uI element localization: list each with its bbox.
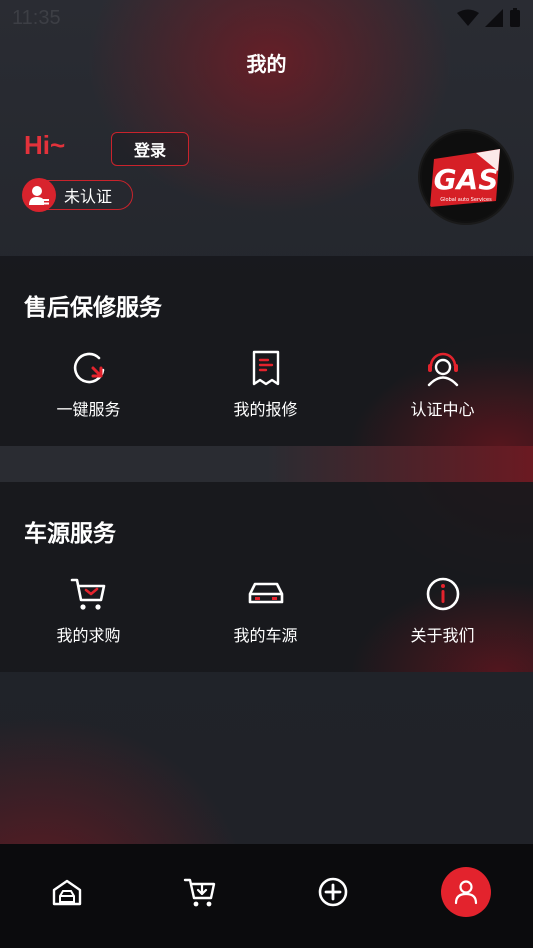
my-repairs-button[interactable]: 我的报修: [177, 348, 354, 420]
vehicle-grid: 我的求购 我的车源 关于我们: [0, 574, 533, 646]
certification-badge[interactable]: 未认证: [22, 178, 133, 212]
logo-subtext: Global auto Services: [440, 197, 492, 203]
info-icon: [426, 577, 459, 611]
section-divider: [0, 446, 533, 482]
tab-publish[interactable]: [267, 844, 400, 940]
status-time: 11:35: [12, 6, 61, 29]
status-bar: 11:35: [0, 0, 533, 36]
bottom-tab-bar: [0, 844, 533, 948]
cart-icon: [70, 578, 105, 610]
car-home-icon: [52, 879, 81, 906]
car-icon: [248, 582, 283, 604]
my-vehicles-label: 我的车源: [233, 626, 298, 645]
signal-icon: [485, 9, 503, 27]
greeting: Hi~: [24, 130, 66, 160]
brand-logo: GAS Global auto Services: [420, 131, 512, 223]
after-sales-title: 售后保修服务: [24, 295, 162, 321]
one-click-service-label: 一键服务: [56, 400, 121, 419]
headset-user-icon: [427, 352, 458, 387]
refresh-arrow-icon: [73, 352, 104, 384]
wifi-icon: [457, 9, 479, 26]
cart-download-icon: [183, 878, 216, 907]
user-avatar-icon: [22, 178, 56, 212]
tab-cart[interactable]: [133, 844, 266, 940]
user-icon: [455, 880, 478, 905]
receipt-icon: [252, 350, 279, 386]
tab-home[interactable]: [0, 844, 133, 940]
status-icons: [457, 8, 521, 28]
certification-center-button[interactable]: 认证中心: [354, 348, 531, 420]
about-us-label: 关于我们: [410, 626, 475, 645]
vehicle-section: 车源服务 我的求购 我的车源 关于我们: [0, 482, 533, 672]
about-us-button[interactable]: 关于我们: [354, 574, 531, 646]
my-repairs-label: 我的报修: [233, 400, 298, 419]
logo-text: GAS: [434, 163, 499, 196]
tab-mine[interactable]: [400, 844, 533, 940]
cert-status-text: 未认证: [64, 187, 113, 206]
page-title: 我的: [246, 52, 287, 76]
my-purchases-button[interactable]: 我的求购: [0, 574, 177, 646]
after-sales-grid: 一键服务 我的报修 认证中心: [0, 348, 533, 420]
one-click-service-button[interactable]: 一键服务: [0, 348, 177, 420]
certification-center-label: 认证中心: [410, 400, 475, 419]
plus-circle-icon: [318, 877, 348, 907]
vehicle-title: 车源服务: [24, 521, 116, 547]
tab-mine-active-indicator: [441, 867, 492, 917]
my-purchases-label: 我的求购: [56, 626, 121, 645]
login-button[interactable]: 登录: [111, 132, 189, 166]
my-vehicles-button[interactable]: 我的车源: [177, 574, 354, 646]
after-sales-section: 售后保修服务 一键服务 我的报修 认证中心: [0, 256, 533, 446]
battery-icon: [510, 8, 520, 27]
